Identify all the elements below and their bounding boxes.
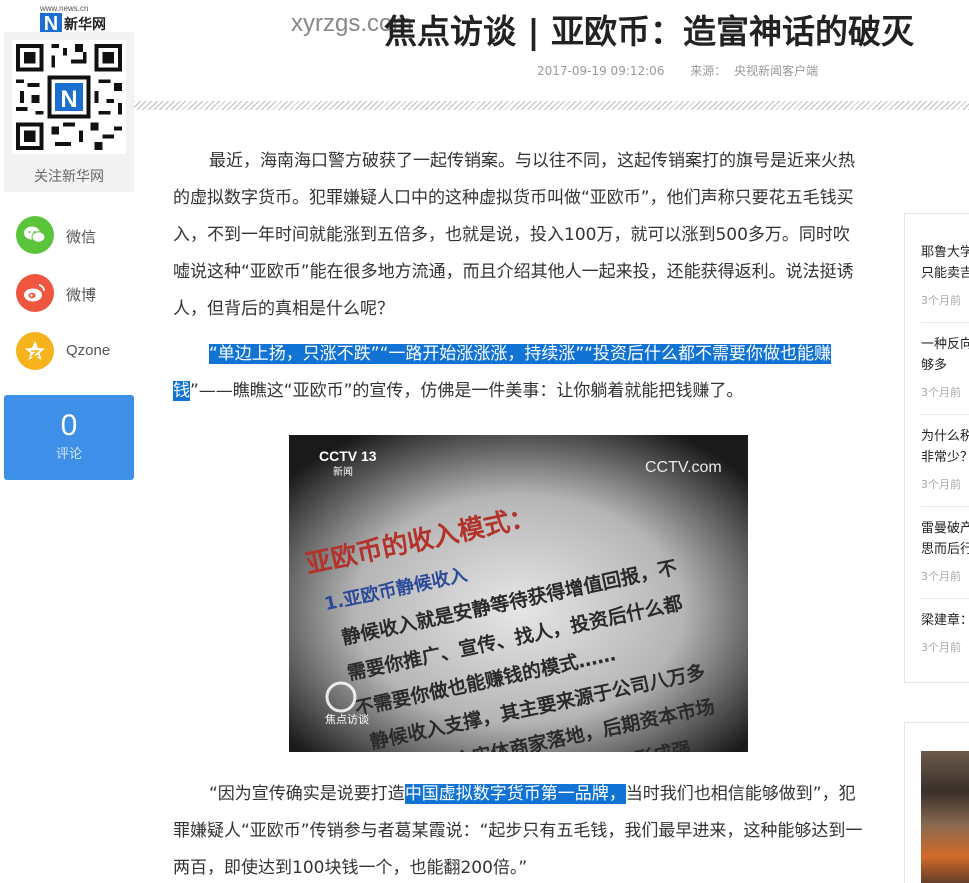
- site-logo[interactable]: www.news.cn N 新华网: [40, 4, 110, 35]
- related-thumbnail[interactable]: [921, 751, 969, 883]
- source-label: 来源：: [690, 64, 727, 78]
- related-title-line-2: 思而后行: [921, 542, 969, 557]
- qr-code: N: [12, 40, 126, 154]
- related-item[interactable]: 雷曼破产 思而后行 3个月前: [921, 518, 969, 584]
- related-item[interactable]: 耶鲁大学 只能卖吉 3个月前: [921, 242, 969, 308]
- channel-subtitle: 新闻: [333, 465, 353, 478]
- source-name: 央视新闻客户端: [734, 64, 819, 78]
- related-image-panel: [904, 722, 969, 883]
- divider: [921, 322, 969, 323]
- related-title-line-2: 只能卖吉: [921, 266, 969, 281]
- weibo-icon: [16, 274, 54, 312]
- page-title: 焦点访谈 | 亚欧币：造富神话的破灭: [384, 12, 915, 51]
- article-image: 亚欧币的收入模式： 1.亚欧币静候收入 静候收入就是安静等待获得增值回报，不 需…: [289, 435, 748, 752]
- related-title-line-2: 非常少？: [921, 450, 969, 465]
- related-title: 一种反向: [921, 337, 969, 352]
- divider: [921, 598, 969, 599]
- share-weibo-button[interactable]: 微博: [16, 274, 136, 314]
- logo-name: 新华网: [64, 17, 106, 33]
- related-title: 为什么税: [921, 429, 969, 444]
- divider: [921, 506, 969, 507]
- comment-count: 0: [60, 409, 78, 442]
- qr-panel: N 关注新华网: [4, 32, 134, 192]
- related-title: 雷曼破产: [921, 521, 969, 536]
- corner-logo: CCTV.com: [645, 459, 722, 476]
- related-item[interactable]: 一种反向 够多 3个月前: [921, 334, 969, 400]
- channel-logo: CCTV 13: [319, 448, 377, 464]
- article-meta: 2017-09-19 09:12:06 来源： 央视新闻客户端: [537, 62, 818, 79]
- related-item[interactable]: 为什么税 非常少？ 3个月前: [921, 426, 969, 492]
- related-time: 3个月前: [921, 478, 961, 491]
- article-paragraph-3: “因为宣传确实是说要打造中国虚拟数字货币第一品牌，当时我们也相信能够做到”，犯罪…: [173, 776, 863, 883]
- selected-text-2: 中国虚拟数字货币第一品牌，: [404, 784, 626, 804]
- share-qzone-label: Qzone: [66, 342, 111, 359]
- related-time: 3个月前: [921, 641, 961, 654]
- qzone-icon: [16, 332, 54, 370]
- related-title: 耶鲁大学: [921, 245, 969, 260]
- article-paragraph-1: 最近，海南海口警方破获了一起传销案。与以往不同，这起传销案打的旗号是近来火热的虚…: [173, 151, 855, 319]
- related-title-line-2: 够多: [921, 358, 948, 373]
- related-title: 梁建章：: [921, 613, 969, 628]
- related-news-panel: 耶鲁大学 只能卖吉 3个月前 一种反向 够多 3个月前 为什么税 非常少？ 3个…: [904, 213, 969, 683]
- comment-label: 评论: [55, 447, 82, 462]
- related-time: 3个月前: [921, 294, 961, 307]
- share-wechat-label: 微信: [66, 229, 97, 246]
- program-logo: 焦点访谈: [325, 713, 369, 726]
- publish-date: 2017-09-19 09:12:06: [537, 64, 665, 78]
- svg-text:N: N: [60, 86, 77, 112]
- follow-label: 关注新华网: [34, 169, 104, 185]
- share-weibo-label: 微博: [66, 287, 97, 304]
- related-item[interactable]: 梁建章： 3个月前: [921, 610, 969, 655]
- paragraph-2-rest: ”——瞧瞧这“亚欧币”的宣传，仿佛是一件美事：让你躺着就能把钱赚了。: [190, 381, 744, 401]
- article-paragraph-2: “单边上扬，只涨不跌”“一路开始涨涨涨，持续涨”“投资后什么都不需要你做也能赚钱…: [173, 336, 863, 410]
- wechat-icon: [16, 216, 54, 254]
- comment-button[interactable]: 0 评论: [4, 395, 134, 480]
- header-divider: [134, 101, 969, 110]
- divider: [921, 414, 969, 415]
- share-qzone-button[interactable]: Qzone: [16, 332, 136, 372]
- related-time: 3个月前: [921, 570, 961, 583]
- logo-url: www.news.cn: [40, 4, 89, 13]
- related-time: 3个月前: [921, 386, 961, 399]
- paragraph-3-start: “因为宣传确实是说要打造: [209, 784, 405, 804]
- share-wechat-button[interactable]: 微信: [16, 216, 136, 256]
